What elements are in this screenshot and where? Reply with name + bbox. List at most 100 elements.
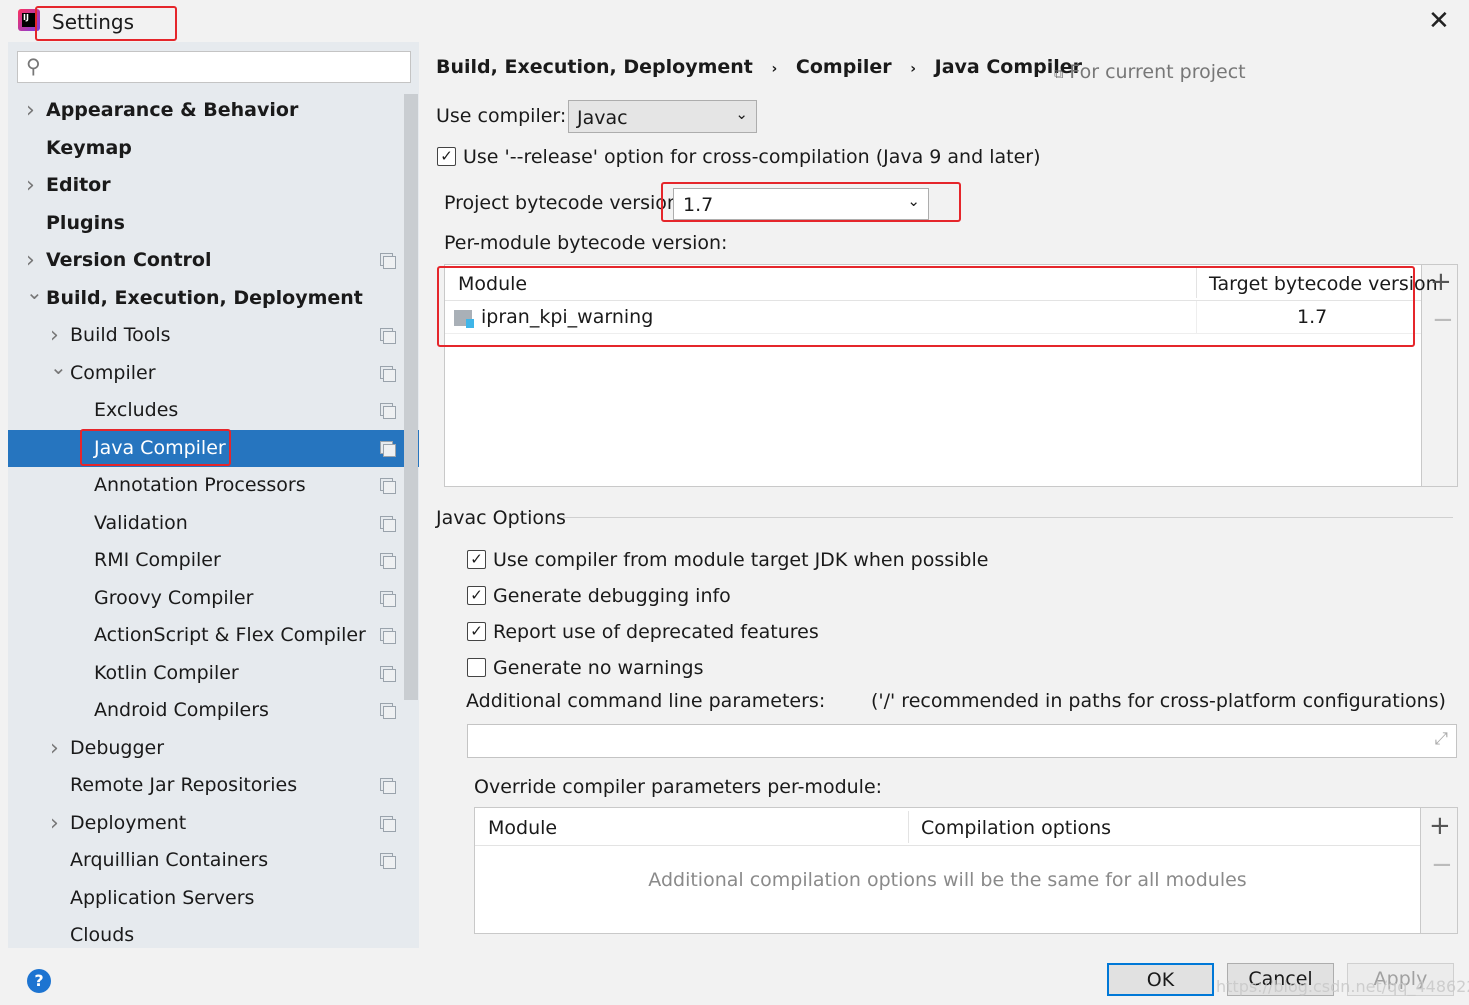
project-scope-icon (380, 515, 396, 532)
sidebar-item[interactable]: Clouds (8, 917, 419, 954)
per-module-label: Per-module bytecode version: (444, 232, 728, 254)
sidebar-item-label: Kotlin Compiler (94, 661, 239, 684)
sidebar-item[interactable]: Validation (8, 505, 419, 542)
add-icon[interactable]: + (1429, 811, 1451, 841)
sidebar-item[interactable]: Android Compilers (8, 692, 419, 729)
breadcrumb-item[interactable]: Compiler (796, 56, 892, 78)
column-header-compilation-options[interactable]: Compilation options (921, 817, 1111, 839)
sidebar-item-label: Keymap (46, 136, 132, 159)
chevron-right-icon[interactable]: › (50, 805, 59, 842)
project-scope-icon (380, 628, 396, 644)
sidebar-item[interactable]: Remote Jar Repositories (8, 767, 419, 804)
sidebar-item[interactable]: ⌄ Build, Execution, Deployment (8, 280, 419, 317)
sidebar-item-label: Build, Execution, Deployment (46, 286, 363, 309)
sidebar-item-label: Android Compilers (94, 699, 269, 721)
sidebar-item[interactable]: › Deployment (8, 805, 419, 842)
chevron-right-icon[interactable]: › (50, 730, 59, 767)
highlight-title (35, 6, 177, 41)
search-input[interactable]: ⚲ (17, 51, 411, 83)
sidebar-item-label: Debugger (70, 736, 165, 759)
sidebar-item-label: ActionScript & Flex Compiler (94, 624, 366, 646)
sidebar-item-label: Compiler (70, 361, 156, 384)
additional-params-label: Additional command line parameters: (466, 690, 826, 712)
project-scope-icon (380, 253, 396, 269)
sidebar-item[interactable]: › Editor (8, 167, 419, 204)
chevron-down-icon: ⌄ (735, 105, 748, 123)
additional-params-input[interactable]: ⤢ (467, 724, 1457, 758)
sidebar-item[interactable]: › Appearance & Behavior (8, 92, 419, 129)
sidebar-item[interactable]: Keymap (8, 130, 419, 167)
option-label: Generate debugging info (493, 585, 731, 607)
sidebar-item[interactable]: Plugins (8, 205, 419, 242)
settings-sidebar: ⚲ › Appearance & Behavior Keymap › Editor Plu… (8, 42, 419, 948)
sidebar-item[interactable]: ActionScript & Flex Compiler (8, 617, 419, 654)
project-bytecode-label: Project bytecode version: (444, 192, 686, 214)
option-label: Report use of deprecated features (493, 621, 819, 643)
sidebar-item[interactable]: › Version Control (8, 242, 419, 279)
override-table-toolbar: + − (1420, 807, 1458, 934)
sidebar-item-label: RMI Compiler (94, 549, 221, 571)
option-checkbox[interactable] (467, 658, 486, 677)
sidebar-item-label: Annotation Processors (94, 474, 306, 496)
project-scope-icon (380, 665, 396, 682)
sidebar-item-label: Plugins (46, 211, 125, 234)
breadcrumb-item[interactable]: Build, Execution, Deployment (436, 56, 753, 78)
release-option-label: Use '--release' option for cross-compila… (463, 146, 1041, 168)
sidebar-item[interactable]: Annotation Processors (8, 467, 419, 504)
sidebar-item[interactable]: Kotlin Compiler (8, 655, 419, 692)
help-button[interactable]: ? (27, 969, 51, 993)
watermark: https://blog.csdn.net/qq_44862209 (1216, 977, 1469, 996)
scope-label: ⧉ For current project (1054, 61, 1246, 83)
expand-icon[interactable]: ⤢ (1434, 729, 1448, 749)
sidebar-item[interactable]: Excludes (8, 392, 419, 429)
release-option-checkbox[interactable]: ✓ (437, 147, 456, 166)
chevron-down-icon[interactable]: ⌄ (50, 349, 67, 386)
close-icon[interactable]: ✕ (1428, 6, 1450, 36)
search-icon: ⚲ (26, 54, 41, 78)
use-compiler-select[interactable]: Javac ⌄ (568, 100, 757, 133)
override-label: Override compiler parameters per-module: (474, 776, 883, 798)
chevron-right-icon[interactable]: › (26, 167, 35, 204)
project-scope-icon (380, 815, 396, 832)
table-header: Module Compilation options (475, 808, 1420, 846)
sidebar-item-label: Clouds (70, 924, 135, 946)
sidebar-item[interactable]: Application Servers (8, 880, 419, 917)
sidebar-item[interactable]: › Build Tools (8, 317, 419, 354)
option-checkbox[interactable]: ✓ (467, 550, 486, 569)
project-scope-icon (380, 365, 396, 382)
use-compiler-label: Use compiler: (436, 105, 567, 127)
sidebar-item-label: Excludes (94, 399, 179, 421)
sidebar-item-label: Groovy Compiler (94, 586, 254, 609)
option-checkbox[interactable]: ✓ (467, 622, 486, 641)
ok-button[interactable]: OK (1107, 963, 1214, 996)
sidebar-item-label: Version Control (46, 249, 212, 271)
sidebar-item[interactable]: › Debugger (8, 730, 419, 767)
sidebar-item-label: Appearance & Behavior (46, 99, 299, 121)
highlight-java-compiler (80, 429, 231, 466)
empty-text: Additional compilation options will be t… (648, 869, 1247, 891)
divider (563, 517, 1453, 518)
column-header-module[interactable]: Module (488, 817, 557, 839)
sidebar-item-label: Remote Jar Repositories (70, 774, 298, 796)
chevron-right-icon[interactable]: › (26, 92, 35, 129)
sidebar-item-label: Deployment (70, 811, 187, 834)
javac-options-title: Javac Options (436, 507, 566, 529)
remove-icon[interactable]: − (1431, 850, 1453, 880)
additional-params-hint: ('/' recommended in paths for cross-plat… (871, 690, 1446, 712)
sidebar-scrollbar[interactable] (404, 94, 418, 700)
sidebar-item[interactable]: Groovy Compiler (8, 580, 419, 617)
sidebar-item[interactable]: RMI Compiler (8, 542, 419, 579)
module-table-toolbar: + − (1421, 264, 1458, 487)
chevron-down-icon[interactable]: ⌄ (26, 274, 43, 311)
add-icon[interactable]: + (1430, 267, 1452, 297)
project-scope-icon (380, 440, 396, 457)
highlight-module-table (437, 266, 1415, 347)
project-scope-icon (380, 703, 396, 719)
remove-icon[interactable]: − (1432, 305, 1454, 335)
sidebar-item-label: Build Tools (70, 324, 171, 346)
sidebar-item[interactable]: Arquillian Containers (8, 842, 419, 879)
option-checkbox[interactable]: ✓ (467, 586, 486, 605)
sidebar-item[interactable]: ⌄ Compiler (8, 355, 419, 392)
project-scope-icon (380, 478, 396, 494)
project-scope-icon (380, 403, 396, 419)
